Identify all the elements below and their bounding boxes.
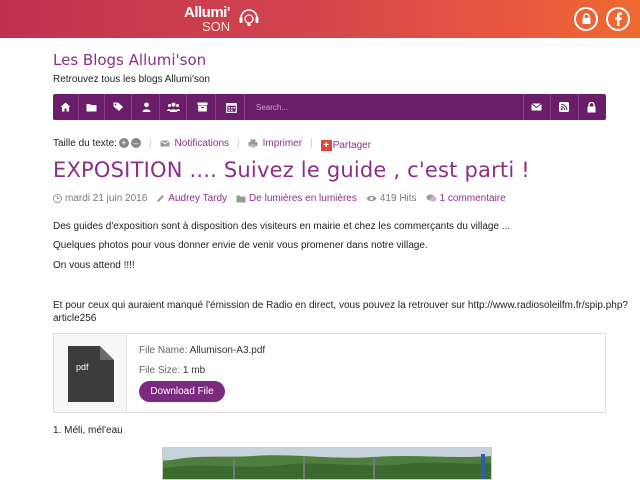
file-info: File Name: Allumison-A3.pdf File Size: 1… (139, 345, 265, 385)
text-size-decrease-button[interactable]: – (130, 138, 141, 148)
eye-icon (366, 195, 377, 202)
print-link[interactable]: Imprimer (248, 138, 302, 149)
lock-icon[interactable] (574, 7, 598, 31)
tags-icon[interactable] (106, 94, 132, 120)
file-type-label: pdf (76, 362, 89, 372)
print-icon (248, 139, 258, 147)
archive-icon[interactable] (190, 94, 216, 120)
lock-icon[interactable] (578, 94, 604, 120)
article-date: mardi 21 juin 2016 (65, 193, 148, 204)
share-plus-icon: + (320, 139, 332, 151)
text-size-increase-button[interactable]: + (118, 138, 129, 148)
user-icon[interactable] (134, 94, 160, 120)
envelope-icon (159, 139, 170, 146)
file-size-value: 1 mb (182, 365, 206, 376)
notifications-link[interactable]: Notifications (159, 137, 230, 149)
notifications-label: Notifications (174, 137, 230, 149)
divider: | (148, 137, 152, 149)
photo-landscape (163, 448, 491, 479)
article-title[interactable]: EXPOSITION .... Suivez le guide , c'est … (53, 158, 530, 182)
logo-text-line2: SON (202, 19, 231, 34)
date-meta: mardi 21 juin 2016 (53, 193, 147, 204)
calendar-icon[interactable] (219, 94, 245, 120)
headphones-bulb-icon (239, 9, 259, 26)
article-paragraph: On vous attend !!!! (53, 260, 135, 271)
home-icon[interactable] (53, 94, 79, 120)
article-category[interactable]: De lumières en lumières (249, 193, 357, 204)
users-icon[interactable] (161, 94, 187, 120)
article-photo[interactable] (162, 447, 492, 480)
file-thumbnail: pdf (54, 334, 127, 412)
pdf-file-icon: pdf (68, 346, 114, 402)
site-title[interactable]: Les Blogs Allumi'son (53, 51, 206, 69)
file-size-row: File Size: 1 mb (139, 365, 265, 376)
article-tools: Taille du texte: + – | Notifications | I… (53, 136, 613, 151)
article-hits: 419 Hits (379, 193, 417, 204)
main-navbar (53, 94, 606, 120)
file-name-value: Allumison-A3.pdf (189, 345, 266, 356)
download-file-button[interactable]: Download File (139, 381, 225, 402)
divider: | (310, 137, 313, 149)
text-size-label: Taille du texte: (53, 137, 117, 149)
share-label: Partager (332, 139, 372, 151)
radio-paragraph-line2: article256 (53, 313, 97, 324)
article-paragraph: Quelques photos pour vous donner envie d… (53, 240, 428, 251)
share-link[interactable]: + Partager (320, 139, 372, 151)
top-header: Allumi' SON (0, 0, 640, 38)
print-label: Imprimer (262, 137, 303, 149)
site-logo[interactable]: Allumi' SON (184, 5, 230, 33)
rss-icon[interactable] (550, 94, 576, 120)
article-comments[interactable]: 1 commentaire (440, 193, 506, 204)
hits-meta: 419 Hits (366, 193, 417, 204)
logo-text-line1: Allumi' (184, 4, 230, 21)
top-social-icons (574, 7, 630, 31)
comments-meta[interactable]: 1 commentaire (426, 193, 506, 204)
facebook-icon[interactable] (606, 7, 630, 31)
list-item: 1. Méli, mél'eau (53, 425, 123, 436)
article-paragraph: Des guides d'exposition sont à dispositi… (53, 221, 511, 232)
site-subtitle: Retrouvez tous les blogs Allumi'son (53, 74, 210, 85)
article-meta: mardi 21 juin 2016 Audrey Tardy De lumiè… (53, 193, 515, 204)
file-attachment: pdf File Name: Allumison-A3.pdf File Siz… (53, 333, 606, 413)
radio-paragraph-line1: Et pour ceux qui auraient manqué l'émiss… (53, 300, 628, 311)
pencil-icon (157, 195, 165, 202)
divider: | (237, 137, 240, 149)
comments-icon (426, 194, 437, 202)
file-name-row: File Name: Allumison-A3.pdf (139, 345, 265, 356)
clock-icon (53, 194, 62, 203)
file-size-label: File Size: (139, 365, 181, 376)
author-meta[interactable]: Audrey Tardy (156, 193, 227, 204)
folder-icon (236, 195, 246, 202)
folder-icon[interactable] (79, 94, 105, 120)
article-author[interactable]: Audrey Tardy (168, 193, 227, 204)
category-meta[interactable]: De lumières en lumières (236, 193, 357, 204)
file-name-label: File Name: (139, 345, 188, 356)
envelope-icon[interactable] (523, 94, 549, 120)
